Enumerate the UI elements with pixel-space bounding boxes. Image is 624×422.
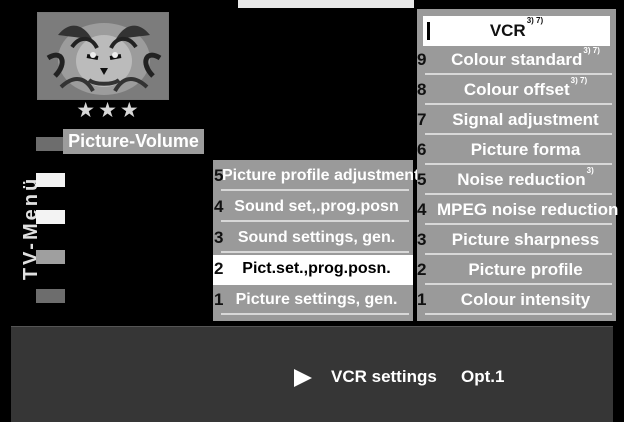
tiger-image <box>37 12 169 100</box>
menu-divider <box>221 313 409 315</box>
menu-divider <box>425 133 612 135</box>
menu-indicator-icon <box>36 173 65 187</box>
menu-divider <box>221 251 409 253</box>
menu-indicator-icon <box>36 210 65 224</box>
middle-menu-item-sound-set-prog-posn[interactable]: 4 Sound set,.prog.posn <box>213 193 413 223</box>
menu-divider <box>425 313 612 315</box>
menu-item-number: 3 <box>417 230 427 249</box>
selection-cursor <box>427 22 430 40</box>
middle-menu-item-picture-settings-gen[interactable]: 1 Picture settings, gen. <box>213 286 413 316</box>
right-menu-item-colour-offset[interactable]: 8 Colour offset3) 7) <box>417 76 616 106</box>
middle-menu-item-picture-profile-adjustment[interactable]: 5 Picture profile adjustment <box>213 162 420 192</box>
right-menu-panel: VCR3) 7) 9 Colour standard3) 7) 8 Colour… <box>417 9 619 321</box>
menu-item-number: 1 <box>417 290 427 309</box>
right-menu-item-colour-intensity[interactable]: 1 Colour intensity <box>417 286 616 316</box>
menu-item-label: Sound set,.prog.posn <box>234 198 399 215</box>
menu-divider <box>425 73 612 75</box>
tv-menu-screen: ★★★ TV-Menü Picture-Volume 5 Picture pro… <box>0 0 624 422</box>
vcr-title-note: 3) 7) <box>526 16 544 25</box>
menu-indicator-icon <box>36 289 65 303</box>
menu-divider <box>425 253 612 255</box>
menu-item-label: Colour offset3) 7) <box>437 76 614 106</box>
menu-item-note: 3) <box>586 166 594 175</box>
rating-stars: ★★★ <box>76 99 142 122</box>
menu-item-text: Noise reduction <box>457 170 586 189</box>
menu-item-label: Picture forma <box>470 140 581 159</box>
menu-item-label: Picture sharpness <box>451 230 600 249</box>
menu-divider <box>221 189 409 191</box>
top-light-strip <box>238 0 414 8</box>
menu-item-label: Sound settings, gen. <box>237 229 396 246</box>
menu-item-label: Colour intensity <box>460 290 591 309</box>
tiger-image-svg <box>38 13 168 99</box>
menu-divider <box>425 283 612 285</box>
menu-item-label: Pict.set.,prog.posn. <box>242 260 391 277</box>
footer-panel: VCR settings Opt.1 <box>11 326 613 422</box>
menu-item-label: Picture profile <box>468 260 583 279</box>
menu-item-text: Colour standard <box>451 50 583 69</box>
menu-divider <box>425 103 612 105</box>
menu-divider <box>425 193 612 195</box>
right-menu-item-noise-reduction[interactable]: 5 Noise reduction3) <box>417 166 616 196</box>
footer-option-label: Opt.1 <box>461 367 505 386</box>
menu-item-number: 6 <box>417 140 427 159</box>
menu-item-label: Noise reduction3) <box>437 166 614 196</box>
right-menu-item-signal-adjustment[interactable]: 7 Signal adjustment <box>417 106 616 136</box>
play-icon <box>294 369 312 387</box>
vcr-title-label: VCR <box>489 21 526 40</box>
menu-item-label: MPEG noise reduction <box>437 200 619 219</box>
middle-menu-item-sound-settings-gen[interactable]: 3 Sound settings, gen. <box>213 224 413 254</box>
menu-item-number: 4 <box>417 200 427 219</box>
menu-divider <box>221 220 409 222</box>
menu-item-text: Colour offset <box>463 80 570 99</box>
menu-divider <box>425 163 612 165</box>
right-menu-item-mpeg-noise-reduction[interactable]: 4 MPEG noise reduction <box>417 196 619 226</box>
menu-indicator-icon <box>36 137 65 151</box>
menu-item-note: 3) 7) <box>583 46 600 55</box>
menu-item-note: 3) 7) <box>570 76 588 85</box>
menu-top-area: ★★★ TV-Menü Picture-Volume 5 Picture pro… <box>0 0 624 322</box>
menu-item-label: Picture settings, gen. <box>235 291 398 308</box>
middle-menu-panel: 5 Picture profile adjustment 4 Sound set… <box>213 160 420 321</box>
menu-divider <box>425 223 612 225</box>
footer-vcr-settings-label: VCR settings <box>331 367 437 386</box>
vcr-menu-title[interactable]: VCR3) 7) <box>423 16 610 46</box>
menu-item-label: Picture profile adjustment <box>222 167 420 184</box>
menu-item-number: 2 <box>417 260 427 279</box>
menu-item-label: Colour standard3) 7) <box>437 46 614 76</box>
picture-volume-label: Picture-Volume <box>63 129 204 154</box>
menu-item-number: 8 <box>417 80 427 99</box>
menu-item-label: Signal adjustment <box>452 110 599 129</box>
right-menu-item-picture-sharpness[interactable]: 3 Picture sharpness <box>417 226 616 256</box>
menu-item-number: 7 <box>417 110 427 129</box>
menu-item-number: 5 <box>417 170 427 189</box>
right-menu-item-picture-forma[interactable]: 6 Picture forma <box>417 136 616 166</box>
middle-menu-item-pict-set-prog-posn[interactable]: 2 Pict.set.,prog.posn. <box>213 255 413 285</box>
menu-indicator-icon <box>36 250 65 264</box>
menu-item-number: 9 <box>417 50 427 69</box>
right-menu-item-picture-profile[interactable]: 2 Picture profile <box>417 256 616 286</box>
right-menu-item-colour-standard[interactable]: 9 Colour standard3) 7) <box>417 46 616 76</box>
